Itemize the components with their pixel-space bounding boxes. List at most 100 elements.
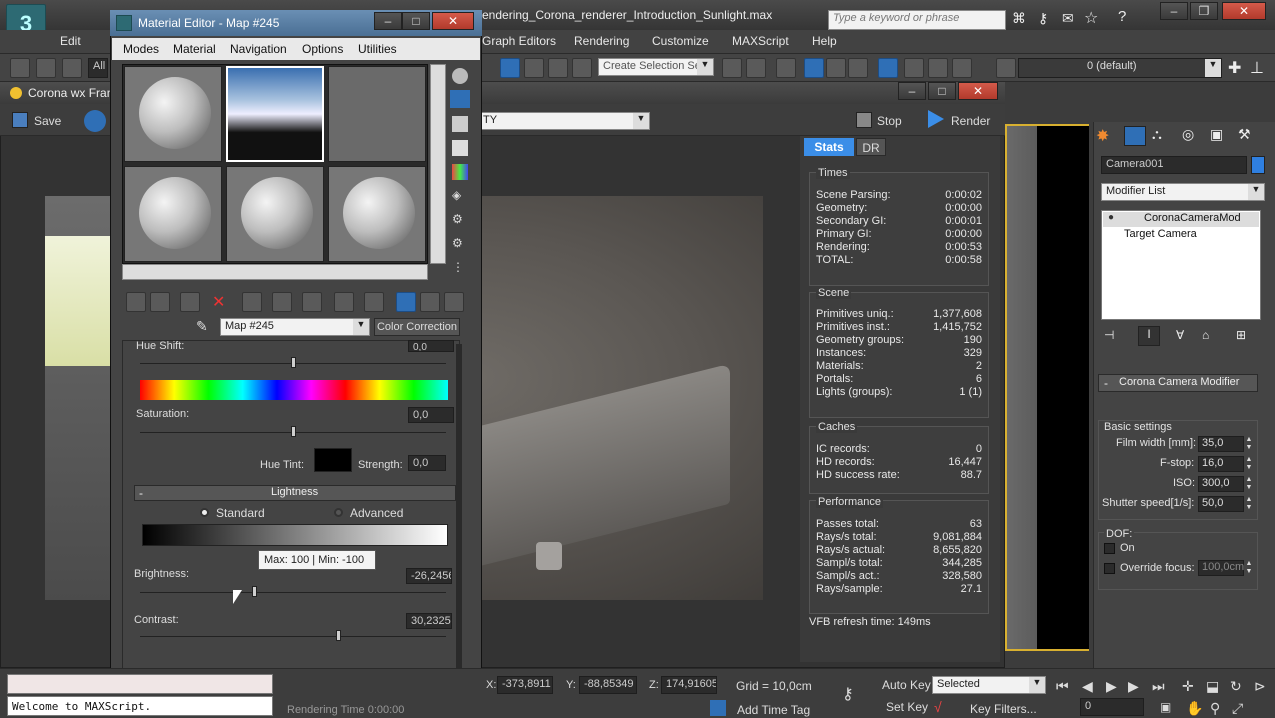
pan-icon[interactable]: ✋ <box>1186 700 1203 717</box>
spinner-arrows-icon[interactable]: ▲ ▼ <box>1244 476 1254 492</box>
make-preview-icon[interactable]: ◈ <box>452 188 468 204</box>
sample-slot[interactable] <box>124 66 222 162</box>
selection-filter-dropdown[interactable]: All <box>88 58 108 78</box>
corona-maximize-button[interactable]: □ <box>928 82 956 100</box>
pin-stack-icon[interactable]: ⊣ <box>1104 328 1114 342</box>
spinner-arrows-icon[interactable]: ▲ ▼ <box>1244 496 1254 512</box>
spinner-arrows-icon[interactable]: ▲ ▼ <box>1244 560 1254 576</box>
put-material-icon[interactable] <box>150 292 170 312</box>
sample-slot[interactable] <box>226 166 324 262</box>
brightness-slider-thumb[interactable] <box>252 586 257 597</box>
show-map-icon[interactable] <box>364 292 384 312</box>
menu-graph-editors[interactable]: Graph Editors <box>482 34 556 48</box>
schematic-view-icon[interactable] <box>848 58 868 78</box>
tab-dr[interactable]: DR <box>856 138 886 156</box>
brightness-slider-track[interactable] <box>140 592 446 593</box>
search-input[interactable]: Type a keyword or phrase <box>828 10 1006 30</box>
render-setup-icon[interactable] <box>904 58 924 78</box>
layer-manager-icon[interactable] <box>776 58 796 78</box>
hue-tint-swatch[interactable] <box>314 448 352 472</box>
goto-start-icon[interactable]: ⏮ <box>1056 678 1069 695</box>
contrast-slider-track[interactable] <box>140 636 446 637</box>
link-icon[interactable] <box>10 58 30 78</box>
menu-rendering[interactable]: Rendering <box>574 34 629 48</box>
map-name-field[interactable]: Map #245 ▼ <box>220 318 370 336</box>
set-key-button[interactable]: Set Key <box>886 700 928 714</box>
corona-camera-modifier-rollout[interactable]: - Corona Camera Modifier <box>1098 374 1258 392</box>
make-unique-icon[interactable] <box>272 292 292 312</box>
maximize-viewport-icon[interactable]: ⤢ <box>1232 700 1243 717</box>
modify-tab-icon[interactable] <box>1124 126 1146 146</box>
standard-radio[interactable] <box>200 508 209 517</box>
play-icon[interactable]: ▶ <box>1106 678 1117 695</box>
copy-material-icon[interactable] <box>242 292 262 312</box>
contrast-spinner[interactable]: 30,2325 <box>406 613 452 629</box>
y-coordinate-field[interactable]: -88,85349 <box>579 676 637 694</box>
sample-slot[interactable] <box>328 166 426 262</box>
key-mode-dropdown[interactable]: Selected ▼ <box>932 676 1046 694</box>
stack-item-target-camera[interactable]: Target Camera <box>1124 228 1197 240</box>
previous-frame-icon[interactable]: ◀ <box>1082 678 1093 695</box>
add-layer-icon[interactable]: ✚ <box>1228 58 1241 78</box>
rendered-frame-icon[interactable] <box>928 58 948 78</box>
curve-editor-icon[interactable] <box>826 58 846 78</box>
time-configuration-icon[interactable]: ▣ <box>1160 700 1171 714</box>
channel-dropdown[interactable]: TY ▼ <box>478 112 650 130</box>
configure-modifier-sets-icon[interactable]: ⊞ <box>1236 328 1246 342</box>
sample-slot-active[interactable] <box>226 66 324 162</box>
x-coordinate-field[interactable]: -373,8911 <box>497 676 553 694</box>
hue-shift-spinner[interactable]: 0,0 <box>408 340 454 352</box>
shutter-speed-spinner[interactable]: 50,0 <box>1198 496 1244 512</box>
mated-menu-material[interactable]: Material <box>173 42 216 56</box>
video-color-check-icon[interactable] <box>452 164 468 180</box>
walk-through-icon[interactable]: ⚲ <box>1210 700 1220 717</box>
mated-minimize-button[interactable]: – <box>374 12 402 30</box>
percent-snap-icon[interactable] <box>548 58 568 78</box>
map-type-button[interactable]: Color Correction <box>374 318 460 336</box>
layer-icon[interactable] <box>996 58 1016 78</box>
tab-stats[interactable]: Stats <box>804 138 854 156</box>
graphite-icon[interactable] <box>804 58 824 78</box>
mirror-icon[interactable] <box>722 58 742 78</box>
maxscript-mini-listener-top[interactable] <box>7 674 273 694</box>
zoom-all-icon[interactable]: ⬓ <box>1206 678 1219 695</box>
spinner-snap-icon[interactable] <box>572 58 592 78</box>
auto-key-button[interactable]: Auto Key <box>882 678 931 692</box>
angle-snap-icon[interactable] <box>524 58 544 78</box>
goto-end-icon[interactable]: ⏭ <box>1152 678 1165 695</box>
main-close-button[interactable]: ✕ <box>1222 2 1266 20</box>
hierarchy-tab-icon[interactable]: ⛬ <box>1152 126 1174 146</box>
menu-edit[interactable]: Edit <box>60 34 81 48</box>
brightness-spinner[interactable]: -26,2456 <box>406 568 452 584</box>
align-icon[interactable] <box>746 58 766 78</box>
slots-horizontal-scrollbar[interactable] <box>122 264 428 280</box>
corona-close-button[interactable]: ✕ <box>958 82 998 100</box>
maxscript-listener[interactable]: Welcome to MAXScript. <box>7 696 273 716</box>
get-material-icon[interactable] <box>126 292 146 312</box>
select-by-material-icon[interactable]: ⚙ <box>452 236 468 252</box>
corona-minimize-button[interactable]: – <box>898 82 926 100</box>
help-icon[interactable]: ? <box>1118 8 1138 26</box>
material-editor-icon[interactable] <box>878 58 898 78</box>
backlight-icon[interactable] <box>450 90 470 108</box>
mated-menu-utilities[interactable]: Utilities <box>358 42 397 56</box>
material-map-navigator-icon[interactable]: ⋮ <box>452 260 468 276</box>
set-key-icon[interactable]: ⚷ <box>842 684 854 704</box>
stack-item-corona-camera-mod[interactable]: CoronaCameraMod <box>1144 212 1241 224</box>
spinner-arrows-icon[interactable]: ▲ ▼ <box>1244 436 1254 452</box>
slots-vertical-scrollbar[interactable] <box>430 64 446 264</box>
background-icon[interactable] <box>452 116 468 132</box>
go-to-parent-icon[interactable] <box>420 292 440 312</box>
menu-help[interactable]: Help <box>812 34 837 48</box>
assign-material-icon[interactable] <box>180 292 200 312</box>
select-move-icon[interactable] <box>500 58 520 78</box>
sample-uv-tiling-icon[interactable] <box>452 140 468 156</box>
orbit-icon[interactable]: ↻ <box>1230 678 1242 695</box>
stop-button[interactable]: Stop <box>877 114 902 128</box>
current-frame-field[interactable]: 0 <box>1080 698 1144 716</box>
object-color-swatch[interactable] <box>1251 156 1265 174</box>
menu-maxscript[interactable]: MAXScript <box>732 34 789 48</box>
lightbulb-icon[interactable]: ● <box>1108 212 1114 223</box>
zoom-icon[interactable]: ✛ <box>1182 678 1194 695</box>
go-forward-icon[interactable] <box>444 292 464 312</box>
